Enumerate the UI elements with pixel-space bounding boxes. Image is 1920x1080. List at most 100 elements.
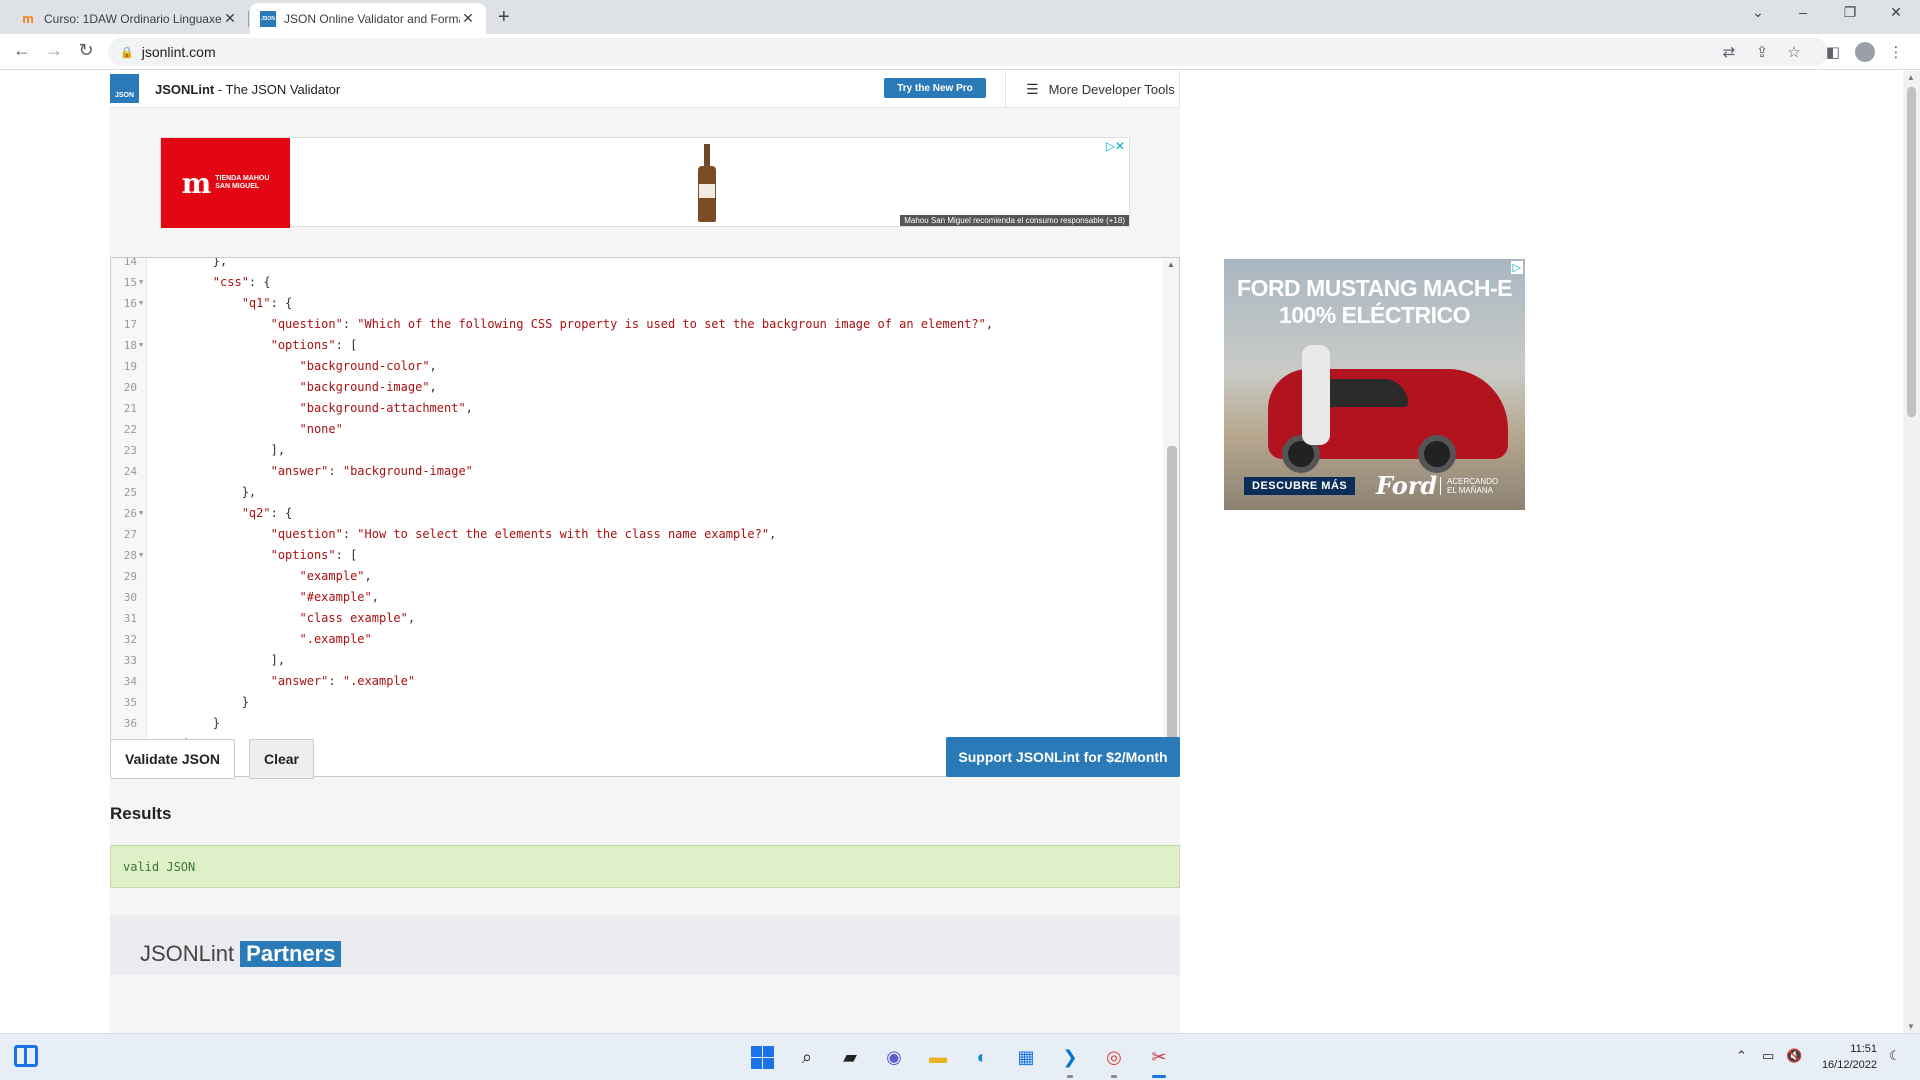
page-scrollbar[interactable]: ▲ ▼: [1903, 71, 1920, 1033]
tab-separator: [248, 11, 249, 27]
support-jsonlint-button[interactable]: Support JSONLint for $2/Month: [946, 737, 1180, 777]
line-number: 28: [123, 549, 137, 562]
code-line[interactable]: 27 "question": "How to select the elemen…: [111, 524, 1161, 545]
address-bar[interactable]: 🔒 jsonlint.com: [108, 38, 1828, 66]
code-text: "answer": ".example": [270, 674, 416, 688]
validate-json-button[interactable]: Validate JSON: [110, 739, 235, 779]
bookmark-star-icon[interactable]: ☆: [1784, 43, 1804, 61]
share-icon[interactable]: ⇪: [1752, 43, 1772, 61]
search-icon[interactable]: ⌕: [794, 1044, 820, 1070]
volume-muted-icon[interactable]: 🔇: [1786, 1048, 1802, 1064]
browser-tab-jsonlint[interactable]: JSON JSON Online Validator and Formatter…: [250, 3, 486, 34]
code-line[interactable]: 24 "answer": "background-image": [111, 461, 1161, 482]
mahou-mark: m: [181, 166, 212, 200]
browser-tab-moodle[interactable]: m Curso: 1DAW Ordinario Linguaxes ✕: [10, 3, 248, 34]
profile-avatar[interactable]: [1855, 42, 1875, 62]
fold-arrow-icon[interactable]: ▼: [139, 335, 143, 356]
code-line[interactable]: 26 ▼ "q2": {: [111, 503, 1161, 524]
code-line[interactable]: 17 "question": "Which of the following C…: [111, 314, 1161, 335]
code-line[interactable]: 25 },: [111, 482, 1161, 503]
reload-icon[interactable]: ↻: [74, 40, 98, 61]
network-icon[interactable]: ▭: [1762, 1048, 1774, 1064]
code-line[interactable]: 35 }: [111, 692, 1161, 713]
chrome-icon[interactable]: ◎: [1101, 1044, 1127, 1070]
code-line[interactable]: 23 ],: [111, 440, 1161, 461]
lock-icon[interactable]: 🔒: [120, 46, 134, 59]
code-line[interactable]: 14 },: [111, 258, 1161, 272]
translate-icon[interactable]: ⇄: [1719, 43, 1739, 61]
jsonlint-logo[interactable]: JSON: [110, 74, 139, 103]
window-close-icon[interactable]: ✕: [1876, 4, 1916, 21]
try-pro-button[interactable]: Try the New Pro: [884, 78, 986, 98]
adchoices-icon[interactable]: ▷: [1510, 261, 1523, 274]
fold-arrow-icon[interactable]: ▼: [139, 503, 143, 524]
code-line[interactable]: 30 "#example",: [111, 587, 1161, 608]
top-banner-ad[interactable]: m TIENDA MAHOU SAN MIGUEL ▷✕ Mahou San Mi…: [160, 137, 1130, 228]
beer-bottle-image: [696, 144, 718, 222]
tab-search-icon[interactable]: ⌄: [1738, 4, 1778, 21]
chrome-running-indicator: [1111, 1075, 1117, 1078]
vscode-icon[interactable]: ❯: [1057, 1044, 1083, 1070]
code-line[interactable]: 32 ".example": [111, 629, 1161, 650]
code-line[interactable]: 33 ],: [111, 650, 1161, 671]
side-panel-icon[interactable]: ◧: [1823, 43, 1843, 61]
back-icon[interactable]: ←: [10, 40, 34, 61]
close-icon[interactable]: ✕: [222, 10, 238, 27]
fold-arrow-icon[interactable]: ▼: [139, 293, 143, 314]
snipping-tool-icon[interactable]: ✂: [1146, 1044, 1172, 1070]
code-line[interactable]: 34 "answer": ".example": [111, 671, 1161, 692]
editor-scrollbar[interactable]: ▲ ▼: [1163, 258, 1179, 776]
scroll-up-icon[interactable]: ▲: [1907, 73, 1915, 82]
code-line[interactable]: 16 ▼ "q1": {: [111, 293, 1161, 314]
focus-assist-icon[interactable]: ☾: [1889, 1048, 1901, 1064]
start-icon[interactable]: [749, 1044, 775, 1070]
clear-button[interactable]: Clear: [249, 739, 314, 779]
close-icon[interactable]: ✕: [460, 10, 476, 27]
code-line[interactable]: 22 "none": [111, 419, 1161, 440]
file-explorer-icon[interactable]: ▬: [925, 1044, 951, 1070]
fold-arrow-icon[interactable]: ▼: [139, 272, 143, 293]
minimize-icon[interactable]: –: [1783, 4, 1823, 20]
result-message: valid JSON: [110, 845, 1180, 888]
code-line[interactable]: 19 "background-color",: [111, 356, 1161, 377]
teams-chat-icon[interactable]: ◉: [881, 1044, 907, 1070]
code-line[interactable]: 21 "background-attachment",: [111, 398, 1161, 419]
fold-arrow-icon[interactable]: ▼: [139, 545, 143, 566]
code-line[interactable]: 29 "example",: [111, 566, 1161, 587]
widgets-icon[interactable]: [14, 1045, 38, 1067]
more-developer-tools-menu[interactable]: ☰ More Developer Tools: [1005, 71, 1180, 108]
new-tab-icon[interactable]: +: [498, 6, 510, 29]
ford-side-ad[interactable]: FORD MUSTANG MACH-E 100% ELÉCTRICO DESCUB…: [1224, 259, 1525, 510]
code-text: "background-image",: [299, 380, 437, 394]
ford-tagline: ACERCANDO EL MAÑANA: [1440, 477, 1498, 495]
code-line[interactable]: 31 "class example",: [111, 608, 1161, 629]
page-viewport: JSON JSONLint - The JSON Validator Try t…: [0, 71, 1903, 1033]
edge-icon[interactable]: ◐: [969, 1044, 995, 1070]
code-line[interactable]: 18 ▼ "options": [: [111, 335, 1161, 356]
json-editor[interactable]: 14 }, 15 ▼ "css": {16 ▼ "q1": {17 "question…: [110, 257, 1180, 777]
restore-icon[interactable]: ❐: [1830, 4, 1870, 21]
system-clock[interactable]: 11:51 16/12/2022: [1815, 1041, 1877, 1073]
task-view-icon[interactable]: ▰: [837, 1044, 863, 1070]
code-text: "options": [: [270, 548, 358, 562]
windows-taskbar: ⌕ ▰ ◉ ▬ ◐ ▦ ❯ ◎ ✂ ⌃ ▭ 🔇 11:51 16/12/2022…: [0, 1033, 1920, 1080]
line-number: 35: [123, 696, 137, 709]
store-icon[interactable]: ▦: [1013, 1044, 1039, 1070]
scroll-down-icon[interactable]: ▼: [1907, 1022, 1915, 1031]
menu-kebab-icon[interactable]: ⋮: [1886, 43, 1906, 61]
scroll-up-icon[interactable]: ▲: [1167, 260, 1175, 269]
code-line[interactable]: 36 }: [111, 713, 1161, 734]
code-line[interactable]: 28 ▼ "options": [: [111, 545, 1161, 566]
code-line[interactable]: 15 ▼ "css": {: [111, 272, 1161, 293]
page-scroll-thumb[interactable]: [1907, 87, 1916, 417]
tray-chevron-icon[interactable]: ⌃: [1736, 1048, 1747, 1064]
code-line[interactable]: 20 "background-image",: [111, 377, 1161, 398]
discover-more-button[interactable]: DESCUBRE MÁS: [1244, 477, 1356, 495]
line-number: 23: [123, 444, 137, 457]
forward-icon[interactable]: →: [42, 40, 66, 61]
partners-section: JSONLint Partners: [110, 915, 1180, 975]
line-number: 29: [123, 570, 137, 583]
line-number: 26: [123, 507, 137, 520]
editor-scroll-thumb[interactable]: [1167, 446, 1177, 758]
adchoices-icon[interactable]: ▷✕: [1106, 139, 1125, 153]
